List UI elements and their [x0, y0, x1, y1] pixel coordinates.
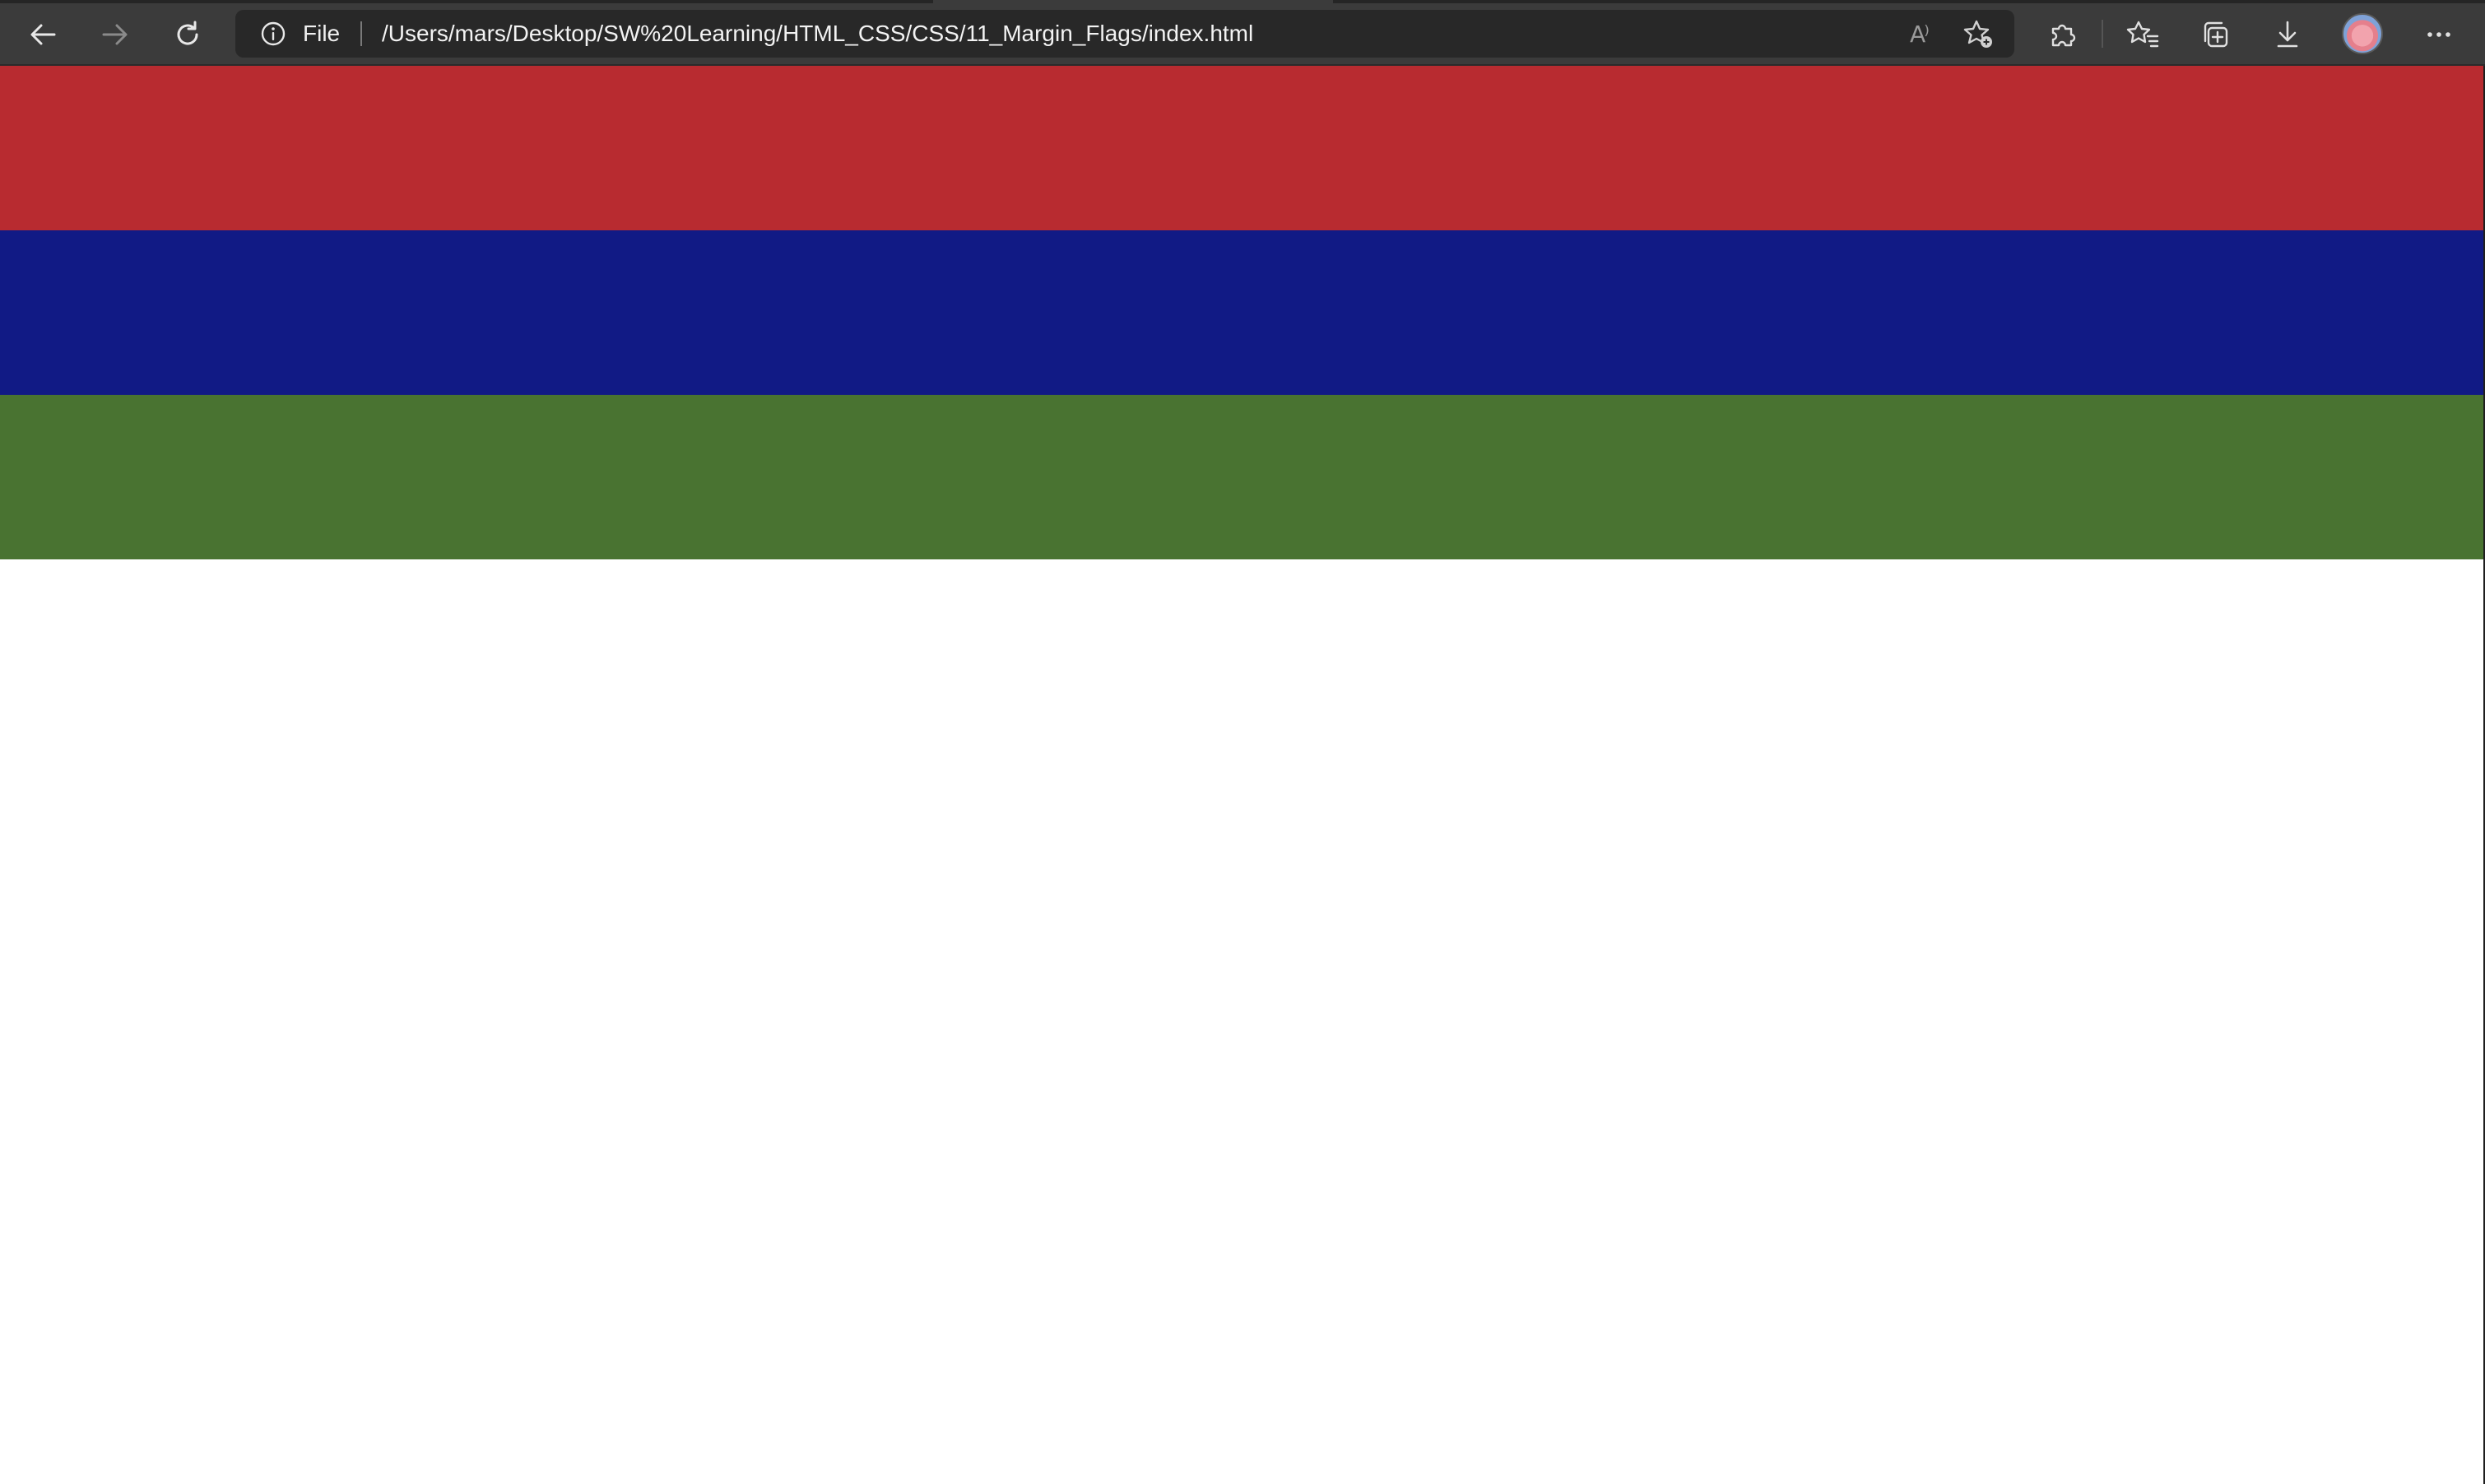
toolbar-divider: [2102, 20, 2103, 48]
address-separator: [360, 21, 362, 46]
avatar[interactable]: [2342, 13, 2383, 54]
back-arrow-icon: [30, 24, 56, 45]
add-favorite-button[interactable]: [1960, 16, 1996, 52]
forward-button[interactable]: [92, 12, 138, 58]
download-icon: [2277, 21, 2298, 48]
extensions-button[interactable]: [2039, 12, 2085, 58]
puzzle-icon: [2051, 24, 2076, 47]
favorites-icon: [2126, 21, 2159, 48]
info-icon[interactable]: [260, 21, 286, 47]
reload-icon: [177, 21, 198, 45]
star-plus-icon: [1963, 20, 1992, 48]
reload-button[interactable]: [165, 12, 211, 58]
read-aloud-button[interactable]: A⁾: [1901, 16, 1937, 52]
collections-button[interactable]: [2192, 12, 2238, 58]
ellipsis-icon: [2427, 32, 2450, 37]
page-viewport: [0, 66, 2485, 1484]
favorites-button[interactable]: [2120, 12, 2166, 58]
tab-strip-edge: [0, 0, 2485, 3]
forward-arrow-icon: [102, 24, 128, 45]
read-aloud-icon: A⁾: [1909, 20, 1930, 48]
collections-icon: [2204, 21, 2228, 48]
flag-stripe-red: [0, 66, 2485, 230]
browser-toolbar: File /Users/mars/Desktop/SW%20Learning/H…: [0, 0, 2485, 66]
downloads-button[interactable]: [2264, 12, 2311, 58]
url-text[interactable]: /Users/mars/Desktop/SW%20Learning/HTML_C…: [382, 10, 1253, 58]
site-info-label[interactable]: File: [303, 10, 340, 58]
more-menu-button[interactable]: [2416, 12, 2462, 58]
flag-stripe-green: [0, 395, 2485, 559]
back-button[interactable]: [20, 12, 66, 58]
address-bar[interactable]: File /Users/mars/Desktop/SW%20Learning/H…: [235, 10, 2014, 58]
active-tab-indicator: [933, 0, 1333, 3]
flag-stripe-blue: [0, 230, 2485, 395]
